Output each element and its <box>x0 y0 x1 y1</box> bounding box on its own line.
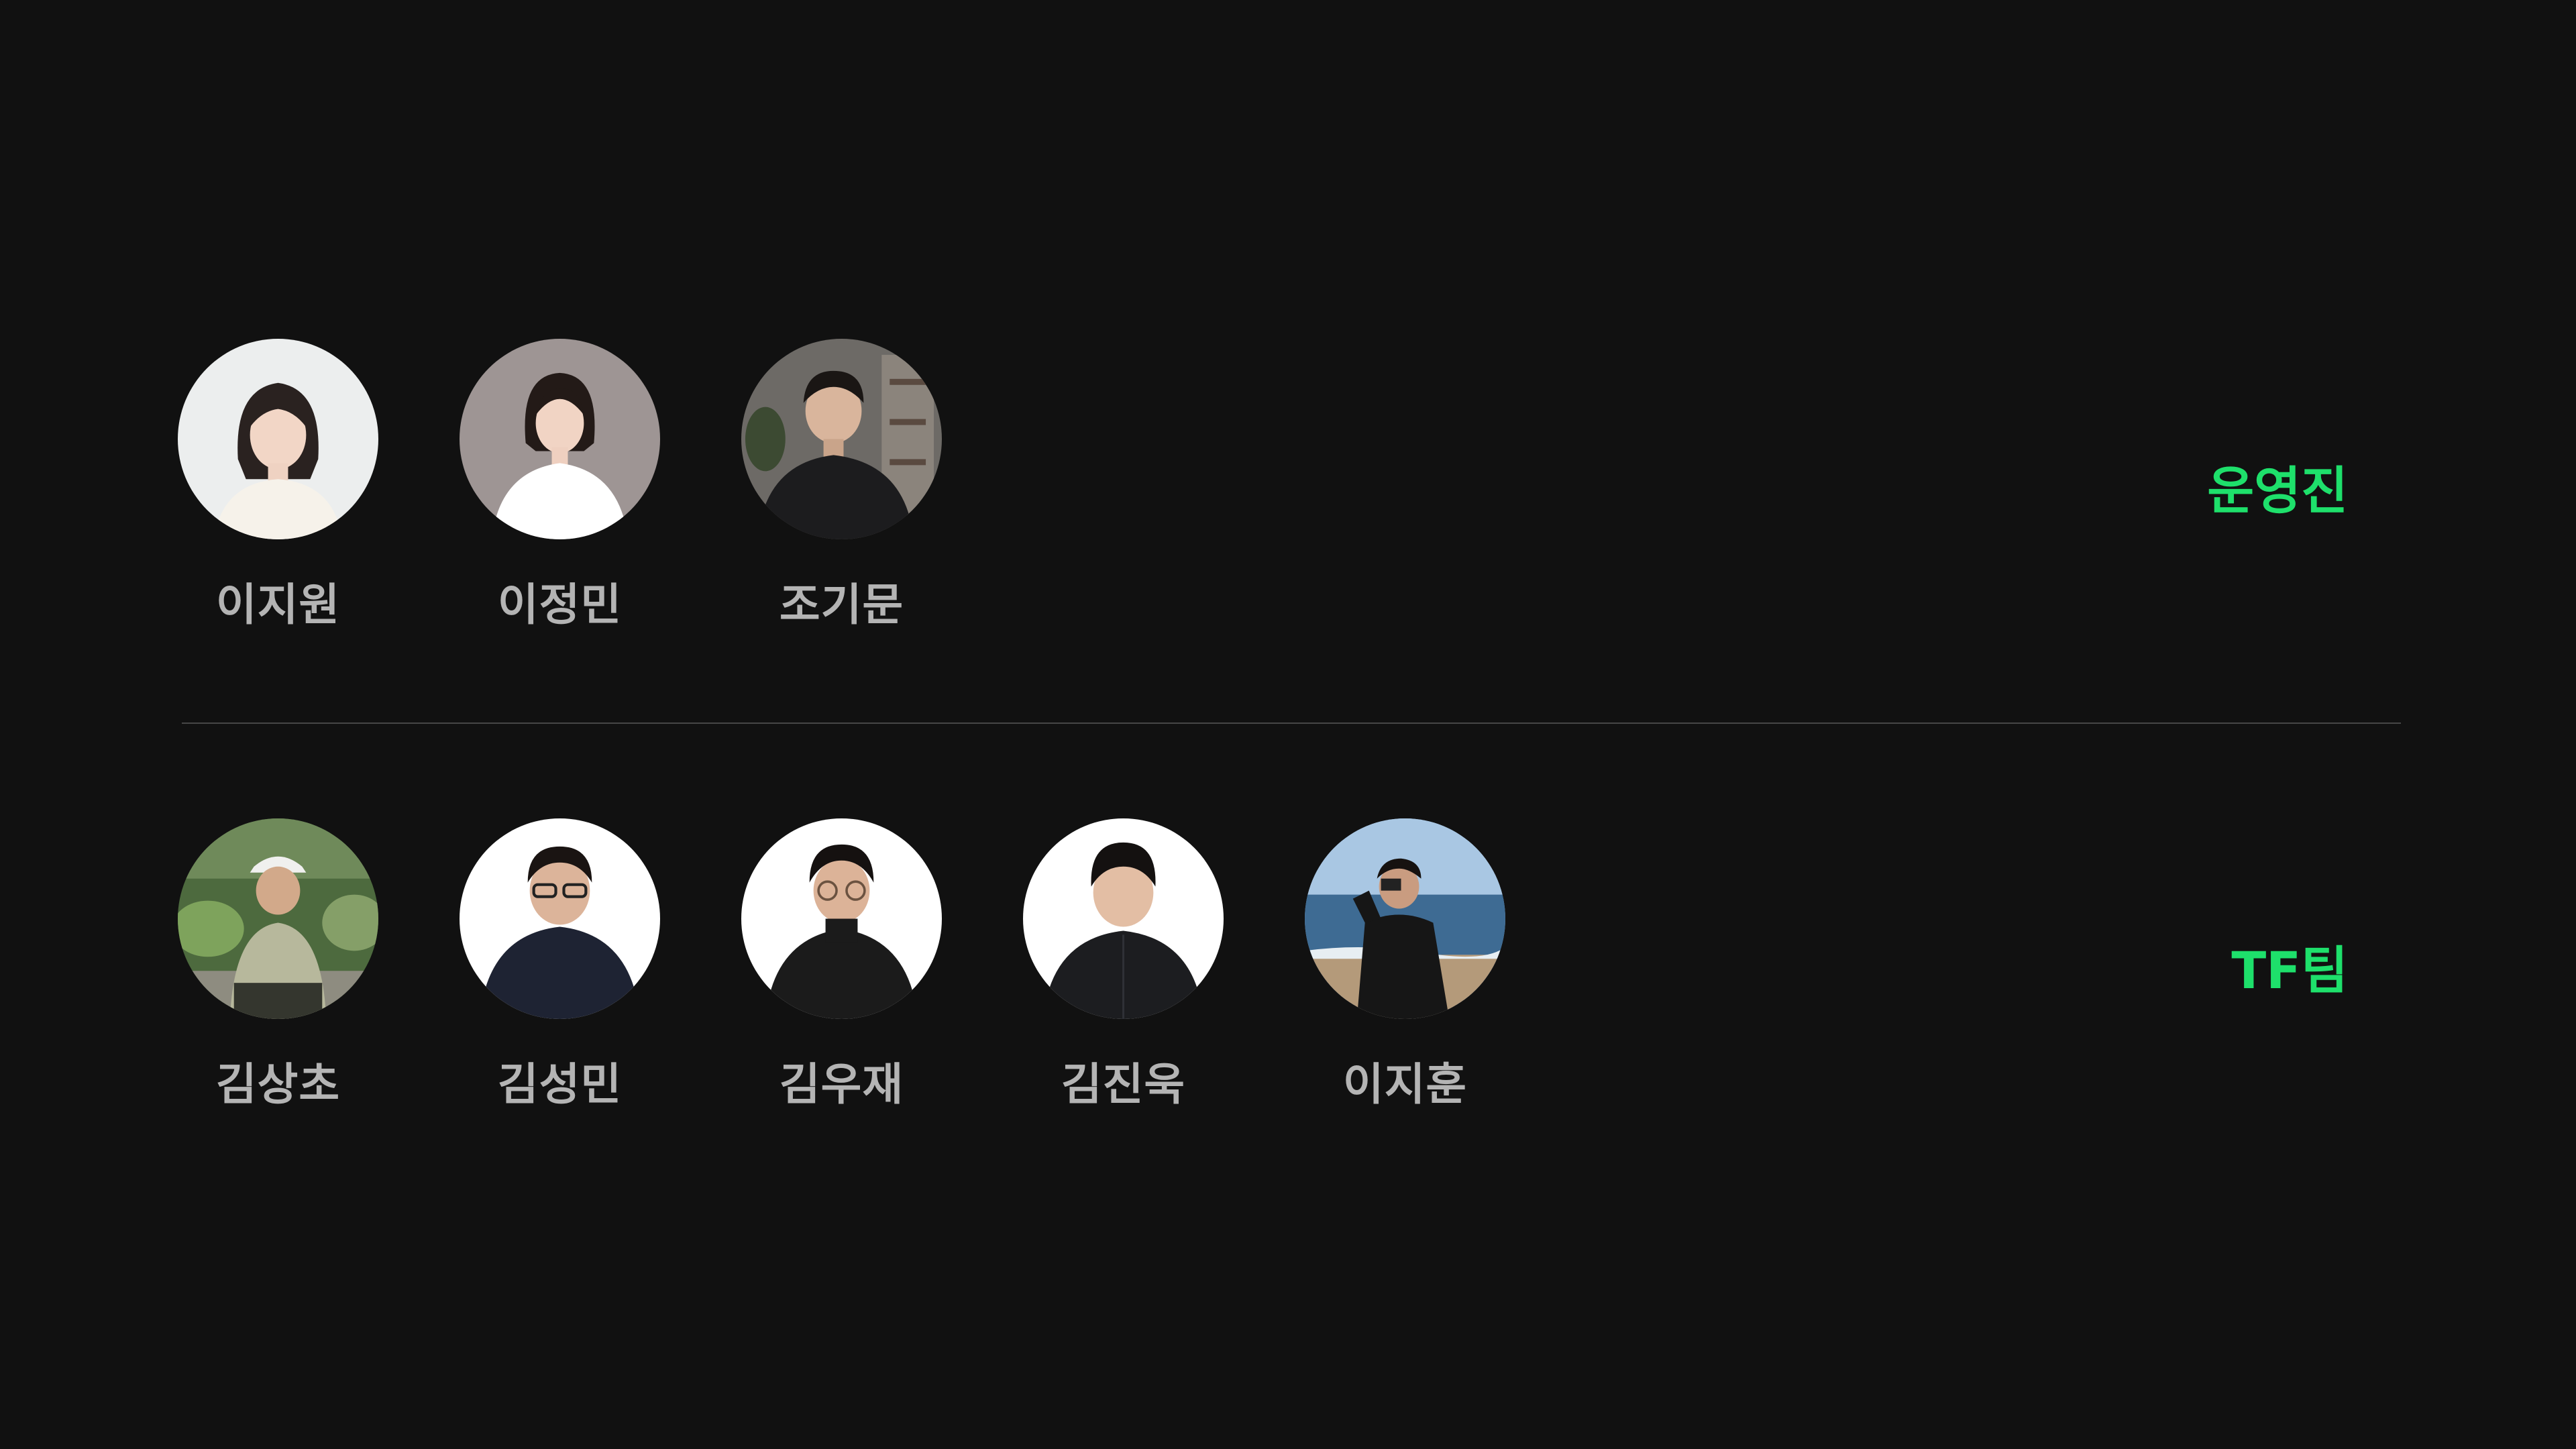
member-card: 조기문 <box>741 339 942 633</box>
member-name: 이지원 <box>215 579 341 631</box>
tf-section: 김상초 김성민 김우재 김진욱 이지훈 <box>178 818 1505 1113</box>
member-name: 김성민 <box>497 1059 623 1110</box>
avatar <box>1305 818 1505 1019</box>
member-card: 김우재 <box>741 818 942 1113</box>
avatar <box>741 818 942 1019</box>
operators-member-list: 이지원 이정민 조기문 <box>178 339 942 633</box>
operators-section: 이지원 이정민 조기문 <box>178 339 942 633</box>
avatar <box>1023 818 1224 1019</box>
section-divider <box>182 722 2401 724</box>
member-name: 조기문 <box>779 579 904 631</box>
avatar <box>741 339 942 539</box>
member-name: 김상초 <box>215 1059 341 1110</box>
member-name: 이지훈 <box>1342 1059 1468 1110</box>
member-card: 이지훈 <box>1305 818 1505 1113</box>
team-page: 이지원 이정민 조기문 운영진 김상초 김성민 김우재 김진욱 이지훈 TF팀 <box>0 0 2576 1449</box>
member-name: 김진욱 <box>1061 1059 1186 1110</box>
member-card: 김상초 <box>178 818 378 1113</box>
member-card: 김성민 <box>460 818 660 1113</box>
member-card: 이정민 <box>460 339 660 633</box>
member-name: 이정민 <box>497 579 623 631</box>
avatar <box>178 818 378 1019</box>
avatar <box>460 818 660 1019</box>
tf-group-label: TF팀 <box>2231 941 2348 1000</box>
member-card: 이지원 <box>178 339 378 633</box>
tf-member-list: 김상초 김성민 김우재 김진욱 이지훈 <box>178 818 1505 1113</box>
member-name: 김우재 <box>779 1059 904 1110</box>
member-card: 김진욱 <box>1023 818 1224 1113</box>
avatar <box>460 339 660 539</box>
operators-group-label: 운영진 <box>2207 461 2348 521</box>
avatar <box>178 339 378 539</box>
